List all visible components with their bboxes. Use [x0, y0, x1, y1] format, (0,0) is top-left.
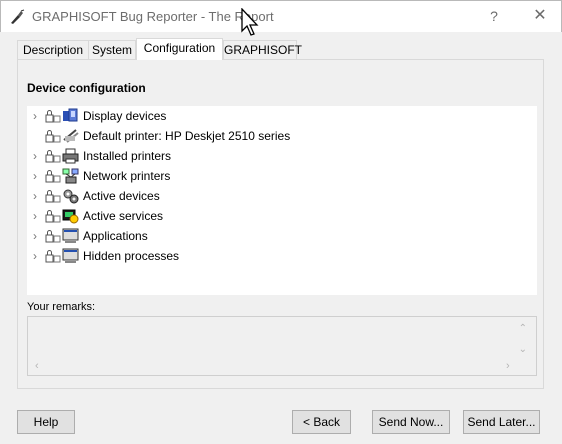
chevron-right-icon[interactable]: ›: [33, 169, 43, 183]
network-printer-icon: [62, 168, 79, 184]
tree-item-label: Installed printers: [83, 149, 172, 163]
tab-system[interactable]: System: [88, 40, 136, 60]
tree-item-label: Display devices: [83, 109, 167, 123]
scroll-right-icon[interactable]: ›: [506, 360, 510, 372]
mouse-cursor-icon: [241, 8, 259, 36]
back-button[interactable]: < Back: [292, 410, 351, 434]
lock-icon: [45, 170, 61, 183]
tree-item-label: Applications: [83, 229, 148, 243]
send-now-button[interactable]: Send Now...: [372, 410, 450, 434]
services-icon: [62, 209, 79, 224]
chevron-right-icon[interactable]: ›: [33, 109, 43, 123]
lock-icon: [45, 150, 61, 163]
display-devices-icon: [63, 108, 78, 122]
lock-icon: [45, 190, 61, 203]
tab-configuration[interactable]: Configuration: [136, 38, 223, 60]
scroll-down-icon[interactable]: ⌄: [519, 344, 527, 355]
chevron-right-icon[interactable]: ›: [33, 149, 43, 163]
application-icon: [62, 228, 79, 243]
tree-item-label: Network printers: [83, 169, 171, 183]
remarks-textarea[interactable]: [27, 316, 537, 376]
lock-icon: [45, 250, 61, 263]
tree-item-label: Hidden processes: [83, 249, 180, 263]
tree-item-installed-printers[interactable]: › Installed printers: [27, 146, 537, 166]
printer-icon: [62, 148, 79, 164]
tree-item-label: Default printer: HP Deskjet 2510 series: [83, 129, 291, 143]
printer-icon: [63, 129, 79, 143]
bug-icon: [11, 9, 25, 24]
tree-item-default-printer[interactable]: Default printer: HP Deskjet 2510 series: [27, 126, 537, 146]
close-button[interactable]: ✕: [528, 5, 552, 27]
remarks-label: Your remarks:: [27, 301, 96, 313]
window-title: GRAPHISOFT Bug Reporter - The Report: [32, 9, 274, 24]
tree-item-hidden-processes[interactable]: › Hidden processes: [27, 246, 537, 266]
scroll-left-icon[interactable]: ‹: [35, 360, 39, 372]
device-tree[interactable]: › Display devices Default printer: HP De…: [27, 106, 537, 295]
lock-icon: [45, 110, 61, 123]
tree-item-active-services[interactable]: › Active services: [27, 206, 537, 226]
chevron-right-icon[interactable]: ›: [33, 209, 43, 223]
help-title-button[interactable]: ?: [482, 5, 506, 27]
configuration-panel: Device configuration › Display devices D…: [17, 59, 544, 389]
tree-item-applications[interactable]: › Applications: [27, 226, 537, 246]
scroll-up-icon[interactable]: ⌃: [519, 323, 527, 334]
help-button[interactable]: Help: [17, 410, 75, 434]
title-bar: GRAPHISOFT Bug Reporter - The Report ? ✕: [0, 0, 562, 32]
lock-icon: [45, 210, 61, 223]
devices-icon: [63, 189, 79, 204]
lock-icon: [45, 230, 61, 243]
tree-item-active-devices[interactable]: › Active devices: [27, 186, 537, 206]
chevron-right-icon[interactable]: ›: [33, 229, 43, 243]
lock-icon: [45, 130, 61, 143]
application-icon: [62, 248, 79, 263]
tab-graphisoft[interactable]: GRAPHISOFT: [223, 40, 302, 60]
chevron-right-icon[interactable]: ›: [33, 249, 43, 263]
section-title: Device configuration: [27, 81, 146, 95]
send-later-button[interactable]: Send Later...: [463, 410, 540, 434]
tree-item-label: Active devices: [83, 189, 160, 203]
tab-description[interactable]: Description: [17, 40, 89, 60]
chevron-right-icon[interactable]: ›: [33, 189, 43, 203]
tree-item-display-devices[interactable]: › Display devices: [27, 106, 537, 126]
tree-item-label: Active services: [83, 209, 164, 223]
tree-item-network-printers[interactable]: › Network printers: [27, 166, 537, 186]
